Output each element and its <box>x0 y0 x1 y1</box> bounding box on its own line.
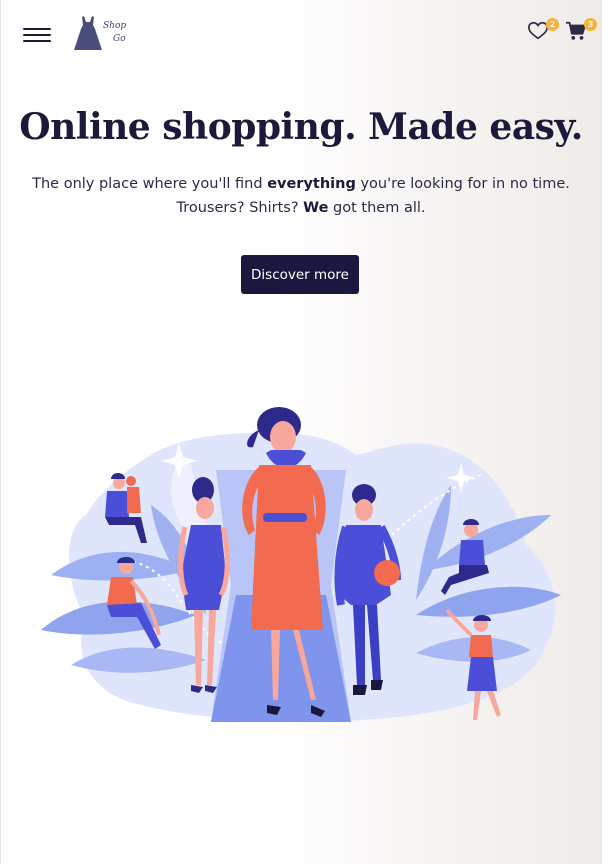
hero-title: Online shopping. Made easy. <box>19 106 583 148</box>
cart-count-badge: 3 <box>584 18 597 31</box>
wishlist-button[interactable]: 2 <box>527 18 559 46</box>
logo-text: Shop Go <box>103 20 126 46</box>
logo-line1: Shop <box>103 21 127 31</box>
logo[interactable]: Shop Go <box>71 14 141 54</box>
logo-line2: Go <box>113 34 126 44</box>
subtitle-part-4: got them all. <box>328 200 426 216</box>
wishlist-count-badge: 2 <box>546 18 559 31</box>
discover-more-button[interactable]: Discover more <box>241 255 359 294</box>
header: Shop Go 2 3 <box>1 0 601 70</box>
subtitle-part-3: Trousers? Shirts? <box>176 200 304 216</box>
hero-subtitle: The only place where you'll find everyth… <box>31 172 571 220</box>
subtitle-part-2: you're looking for in no time. <box>355 176 570 192</box>
cart-button[interactable]: 3 <box>565 18 597 46</box>
hamburger-menu-icon[interactable] <box>23 26 53 44</box>
subtitle-part-1: The only place where you'll find <box>32 176 268 192</box>
dress-icon <box>74 16 102 50</box>
subtitle-bold-2: We <box>303 200 329 216</box>
fashion-runway-illustration <box>41 407 561 722</box>
subtitle-bold-1: everything <box>267 176 356 192</box>
